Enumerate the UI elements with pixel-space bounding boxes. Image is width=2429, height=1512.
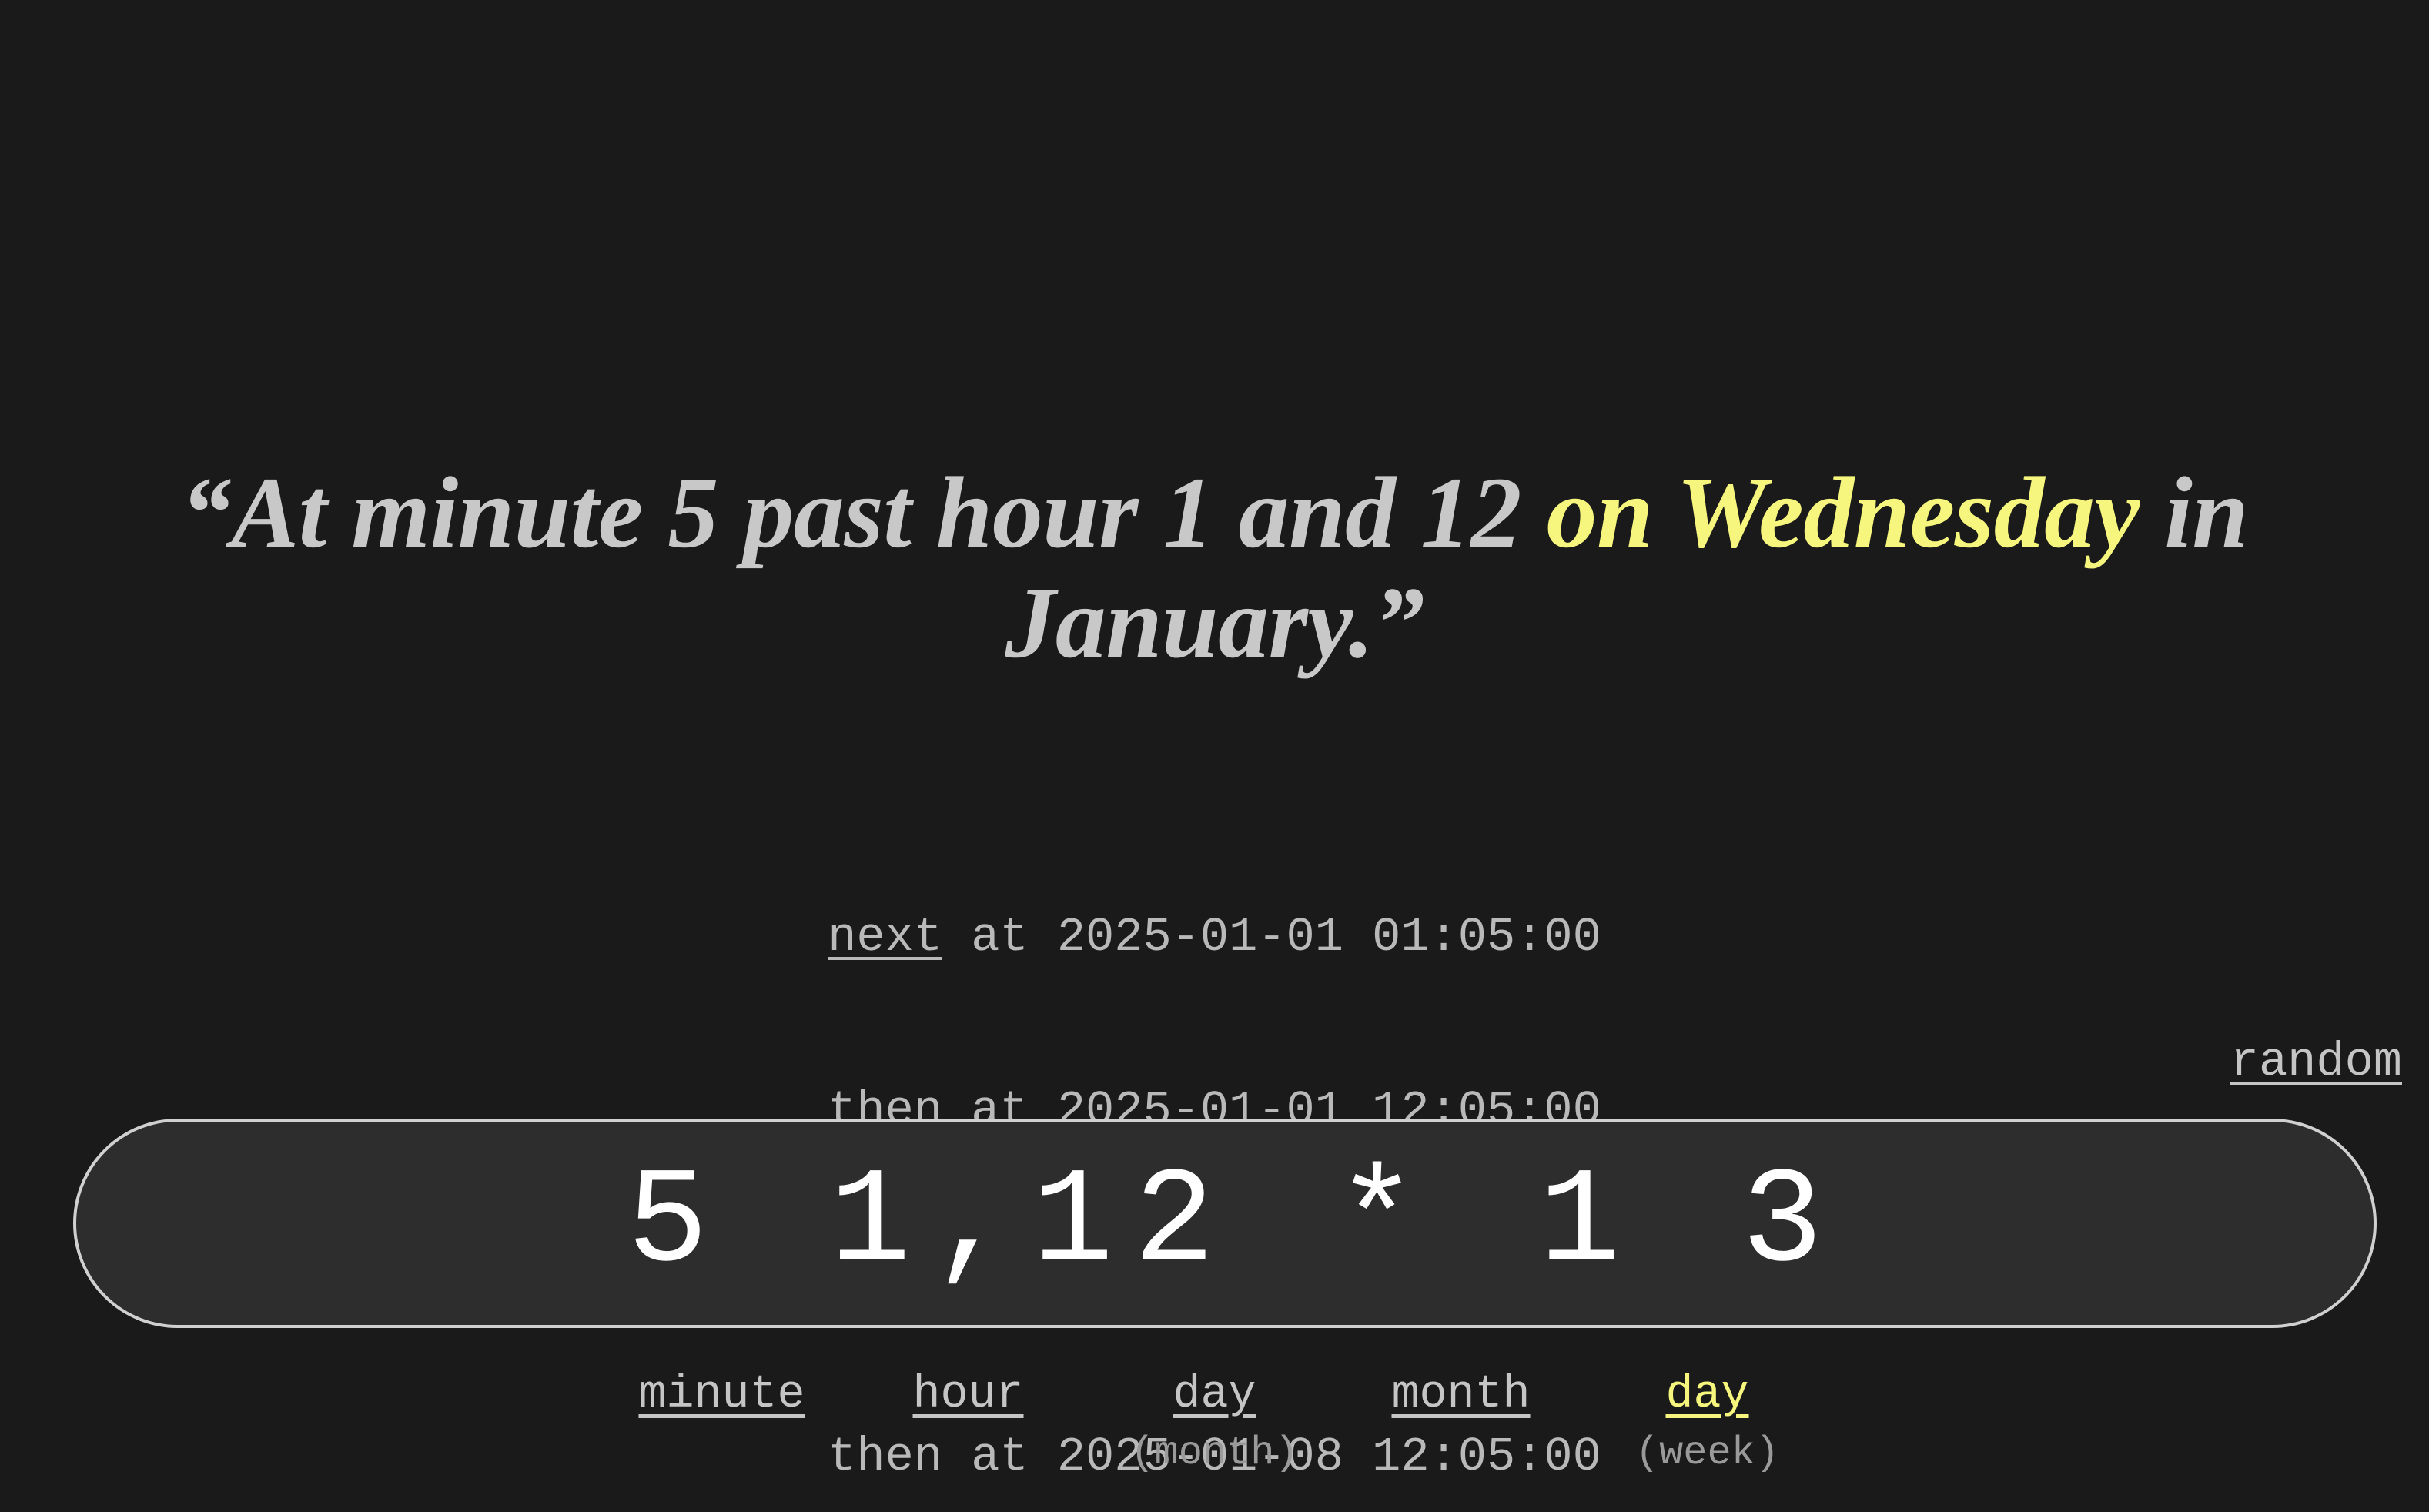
legend-label-month[interactable]: month bbox=[1391, 1366, 1530, 1423]
cron-field-legend: minute hour day (month) month day (week) bbox=[0, 1366, 2429, 1479]
close-quote-glyph: ” bbox=[1373, 565, 1424, 679]
legend-column-minute: minute bbox=[599, 1366, 845, 1428]
legend-label-day-of-week[interactable]: day bbox=[1665, 1366, 1748, 1423]
cron-expression-input[interactable] bbox=[76, 1146, 2374, 1300]
cron-explanation: “At minute 5 past hour 1 and 12 on Wedne… bbox=[0, 456, 2429, 679]
legend-sub-day-of-week: (week) bbox=[1634, 1430, 1780, 1476]
open-quote-glyph: “ bbox=[180, 456, 232, 569]
legend-sub-day-of-month: (month) bbox=[1130, 1430, 1299, 1476]
legend-column-day-of-week: day (week) bbox=[1584, 1366, 1831, 1479]
cron-expression-field[interactable] bbox=[73, 1119, 2377, 1328]
explanation-segment-plain-1: At minute 5 past hour 1 and 12 bbox=[231, 456, 1547, 569]
cron-editor-page: “At minute 5 past hour 1 and 12 on Wedne… bbox=[0, 0, 2429, 1512]
legend-label-hour[interactable]: hour bbox=[912, 1366, 1023, 1423]
legend-label-day-of-month[interactable]: day bbox=[1173, 1366, 1256, 1423]
next-run-link[interactable]: next bbox=[828, 910, 942, 965]
legend-label-minute[interactable]: minute bbox=[638, 1366, 805, 1423]
next-run-row: next at 2025-01-01 01:05:00 bbox=[0, 908, 2429, 966]
next-run-time: at 2025-01-01 01:05:00 bbox=[942, 910, 1601, 965]
legend-column-month: month bbox=[1338, 1366, 1584, 1428]
random-link[interactable]: random bbox=[2230, 1035, 2402, 1089]
legend-column-hour: hour bbox=[845, 1366, 1092, 1428]
explanation-segment-highlight: on Wednesday bbox=[1546, 456, 2140, 569]
legend-column-day-of-month: day (month) bbox=[1092, 1366, 1338, 1479]
